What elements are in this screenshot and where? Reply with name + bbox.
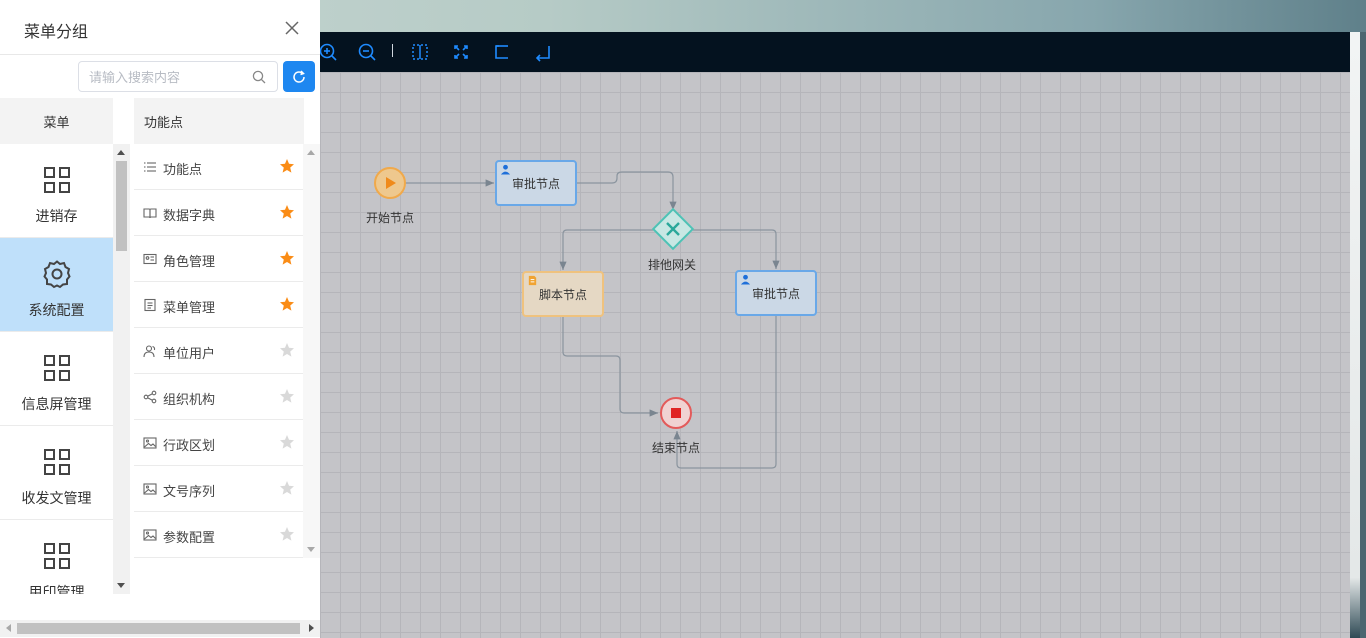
function-item-label: 菜单管理	[163, 300, 216, 315]
function-item[interactable]: 文号序列	[134, 466, 303, 512]
star-icon[interactable]	[279, 434, 295, 450]
star-icon[interactable]	[279, 250, 295, 266]
star-icon[interactable]	[279, 480, 295, 496]
end-event-label: 结束节点	[652, 441, 701, 455]
grid-icon	[42, 353, 72, 383]
undo-icon[interactable]	[490, 40, 514, 64]
function-item[interactable]: 参数配置	[134, 512, 303, 558]
panel-title: 菜单分组	[24, 24, 89, 41]
menu-item-label: 进销存	[35, 208, 78, 224]
function-item[interactable]: 组织机构	[134, 374, 303, 420]
search-input[interactable]	[89, 68, 239, 86]
menu-item[interactable]: 进销存	[0, 144, 113, 238]
star-icon[interactable]	[279, 204, 295, 220]
user-icon	[500, 164, 511, 175]
image-icon	[143, 436, 157, 450]
function-item[interactable]: 角色管理	[134, 236, 303, 282]
function-scrollbar[interactable]	[303, 144, 320, 558]
search-field[interactable]	[78, 61, 278, 92]
menu-item-label: 系统配置	[28, 302, 85, 318]
redo-icon[interactable]	[531, 40, 555, 64]
book-icon	[143, 206, 157, 220]
approval-task-1[interactable]: 审批节点	[495, 160, 577, 206]
users-icon	[143, 344, 157, 358]
function-item-label: 单位用户	[163, 346, 216, 361]
function-item-label: 角色管理	[163, 254, 216, 269]
image-icon	[143, 528, 157, 542]
start-event[interactable]	[374, 167, 406, 199]
function-item-label: 参数配置	[163, 530, 216, 545]
right-edge	[1350, 32, 1366, 638]
start-event-label: 开始节点	[366, 211, 415, 225]
menu-scrollbar[interactable]	[113, 144, 130, 594]
approval-task-2-label: 审批节点	[751, 286, 800, 301]
panel-header: 菜单分组	[0, 0, 320, 55]
menu-item[interactable]: 收发文管理	[0, 426, 113, 520]
gear-icon	[42, 259, 72, 289]
id-card-icon	[143, 252, 157, 266]
menu-item-label: 用印管理	[28, 584, 85, 594]
play-icon	[386, 177, 396, 189]
menu-group-panel: 菜单分组 菜单 进销存系统配置信息屏管理收发文管理用印管理 功能点 功能点数据字…	[0, 0, 320, 638]
refresh-button[interactable]	[283, 61, 315, 92]
zoom-out-icon[interactable]	[355, 40, 379, 64]
function-item[interactable]: 行政区划	[134, 420, 303, 466]
menu-item-label: 信息屏管理	[21, 396, 92, 412]
star-icon[interactable]	[279, 526, 295, 542]
x-icon	[666, 222, 680, 236]
stop-icon	[671, 408, 681, 418]
fit-width-icon[interactable]	[408, 40, 432, 64]
gateway-label: 排他网关	[648, 258, 697, 272]
function-column-header: 功能点	[134, 98, 304, 144]
function-list: 功能点数据字典角色管理菜单管理单位用户组织机构行政区划文号序列参数配置	[134, 144, 303, 558]
menu-item[interactable]: 系统配置	[0, 238, 113, 332]
star-icon[interactable]	[279, 388, 295, 404]
function-item-label: 数据字典	[163, 208, 216, 223]
function-item-label: 文号序列	[163, 484, 216, 499]
grid-icon	[42, 165, 72, 195]
function-item[interactable]: 数据字典	[134, 190, 303, 236]
refresh-icon	[293, 69, 305, 83]
menu-column-header: 菜单	[0, 98, 113, 144]
script-task[interactable]: 脚本节点	[522, 271, 604, 317]
fullscreen-icon[interactable]	[449, 40, 473, 64]
star-icon[interactable]	[279, 342, 295, 358]
search-icon[interactable]	[251, 69, 267, 85]
menu-list: 进销存系统配置信息屏管理收发文管理用印管理	[0, 144, 113, 594]
function-item-label: 组织机构	[163, 392, 216, 407]
star-icon[interactable]	[279, 296, 295, 312]
toolbar-separator	[392, 44, 393, 57]
menu-item[interactable]: 用印管理	[0, 520, 113, 594]
menu-item-label: 收发文管理	[21, 490, 92, 506]
share-icon	[143, 390, 157, 404]
star-icon[interactable]	[279, 158, 295, 174]
end-event[interactable]	[660, 397, 692, 429]
function-item[interactable]: 单位用户	[134, 328, 303, 374]
script-task-label: 脚本节点	[538, 287, 587, 302]
list-icon	[143, 160, 157, 174]
grid-icon	[42, 541, 72, 571]
grid-icon	[42, 447, 72, 477]
function-item[interactable]: 功能点	[134, 144, 303, 190]
approval-task-2[interactable]: 审批节点	[735, 270, 817, 316]
function-item-label: 功能点	[163, 162, 203, 177]
function-item[interactable]: 菜单管理	[134, 282, 303, 328]
horizontal-scrollbar[interactable]	[0, 620, 320, 637]
image-icon	[143, 482, 157, 496]
script-icon	[528, 275, 537, 286]
menu-item[interactable]: 信息屏管理	[0, 332, 113, 426]
user-icon	[740, 274, 751, 285]
close-icon[interactable]	[283, 19, 301, 37]
function-item-label: 行政区划	[163, 438, 216, 453]
approval-task-1-label: 审批节点	[511, 176, 560, 191]
document-icon	[143, 298, 157, 312]
